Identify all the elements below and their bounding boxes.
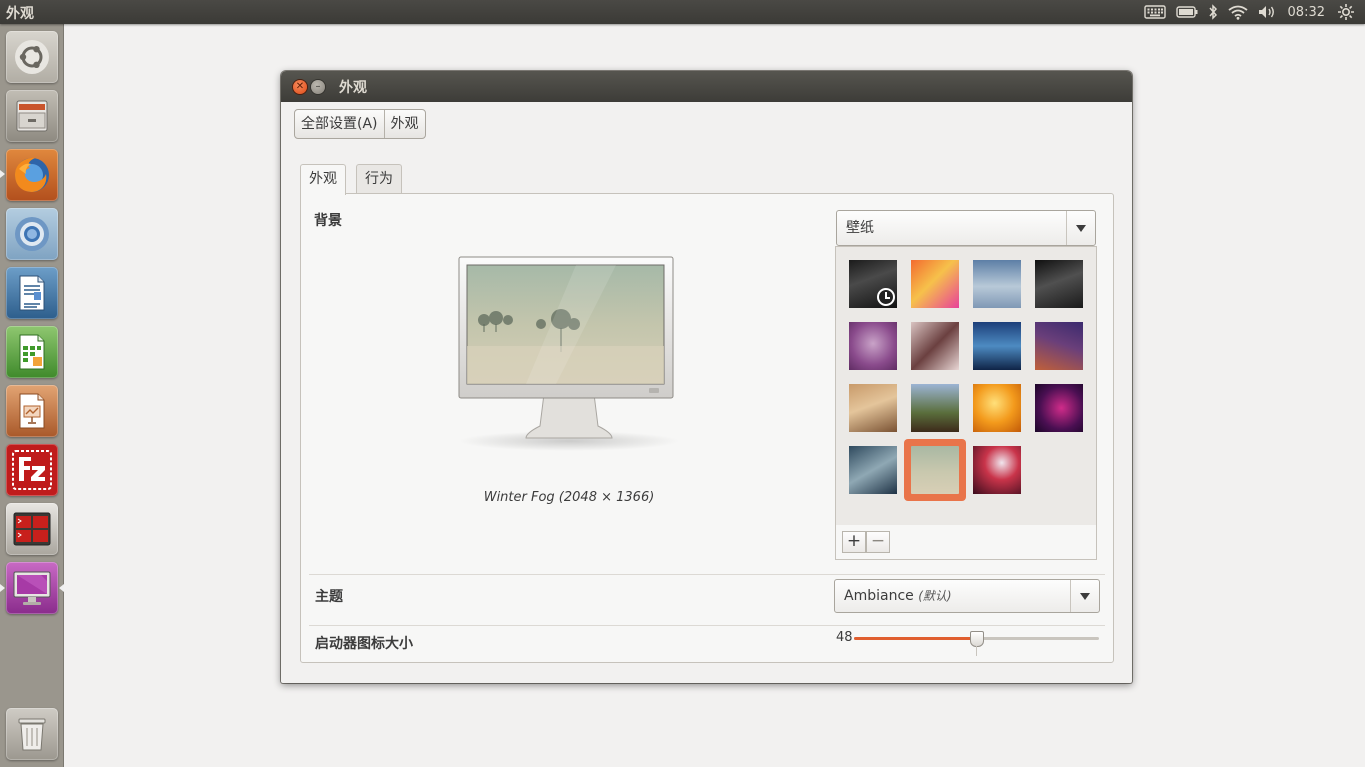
wallpaper-grid[interactable] [835,246,1097,527]
theme-combo[interactable]: Ambiance (默认) [834,579,1100,613]
launcher-item-firefox[interactable] [6,149,58,201]
wallpaper-thumbnail[interactable] [1035,322,1083,370]
active-indicator [59,584,64,592]
launcher-item-calc[interactable] [6,326,58,378]
file-cabinet-icon [16,100,48,132]
theme-label: 主题 [315,589,343,605]
firefox-icon [15,157,49,192]
wallpaper-caption: Winter Fog (2048 × 1366) [483,490,655,505]
display-settings-icon [13,571,51,605]
wallpaper-thumbnail[interactable] [973,322,1021,370]
remove-wallpaper-button[interactable]: − [866,531,890,553]
slider-fill [854,637,977,640]
breadcrumb-appearance[interactable]: 外观 [383,110,425,138]
separator [309,625,1105,626]
tab-appearance[interactable]: 外观 [300,164,346,195]
launcher-item-filezilla[interactable] [6,444,58,496]
clock-icon [877,288,895,306]
wallpaper-thumbnail[interactable] [973,384,1021,432]
add-wallpaper-button[interactable]: + [842,531,866,553]
trash-icon [18,718,46,751]
chevron-down-icon [1070,580,1099,612]
tab-behavior[interactable]: 行为 [356,164,402,194]
clock[interactable]: 08:32 [1288,5,1325,20]
launcher-item-dash-home[interactable] [6,31,58,83]
wallpaper-thumbnail[interactable] [849,446,897,494]
breadcrumb-all-settings[interactable]: 全部设置(A) [295,110,384,138]
top-panel: 外观 08:32 [0,0,1365,24]
launcher-item-appearance-settings[interactable] [6,562,58,614]
chromium-icon [15,217,49,251]
window-title: 外观 [339,80,367,96]
wallpaper-thumbnail[interactable] [973,260,1021,308]
wallpaper-thumbnail[interactable] [911,260,959,308]
launcher-item-files[interactable] [6,90,58,142]
slider-tick [976,646,977,656]
calc-spreadsheet-icon [19,334,45,370]
launcher-item-trash[interactable] [6,708,58,760]
background-label: 背景 [314,213,342,229]
wallpaper-thumbnail[interactable] [973,446,1021,494]
breadcrumb: 全部设置(A) 外观 [294,109,426,139]
launcher-item-terminal[interactable] [6,503,58,555]
ubuntu-logo-icon [15,40,49,74]
wallpaper-source-value: 壁纸 [846,220,874,236]
appearance-window: ✕ – 外观 全部设置(A) 外观 外观 行为 背景 Winter Fog (2… [281,71,1132,683]
impress-presentation-icon [19,393,45,429]
wallpaper-thumbnail[interactable] [911,384,959,432]
bluetooth-icon[interactable] [1208,0,1218,24]
terminal-icon [13,512,51,546]
launcher-size-slider[interactable] [854,631,1099,647]
wallpaper-source-combo[interactable]: 壁纸 [836,210,1096,246]
running-indicator [0,170,5,178]
theme-value: Ambiance [844,588,914,604]
wallpaper-thumbnail[interactable] [911,322,959,370]
wallpaper-toolbar: + − [835,525,1097,560]
theme-value-wrap: Ambiance (默认) [844,580,952,612]
minimize-icon: – [315,81,321,92]
wifi-icon[interactable] [1227,0,1248,24]
running-indicator [0,584,5,592]
close-icon: ✕ [295,81,305,92]
wallpaper-thumbnail[interactable] [849,322,897,370]
wallpaper-thumbnail[interactable] [1035,384,1083,432]
separator [309,574,1105,575]
launcher-item-chromium[interactable] [6,208,58,260]
monitor-icon [458,256,679,451]
close-button[interactable]: ✕ [293,80,307,94]
volume-icon[interactable] [1258,0,1278,24]
slider-handle[interactable] [969,631,984,647]
appearance-panel: 背景 Winter Fog (2048 × 1366) 壁纸 + − 主题 Am… [300,193,1114,663]
theme-default-note: (默认) [918,589,952,603]
battery-icon[interactable] [1175,0,1198,24]
launcher-size-label: 启动器图标大小 [315,636,413,652]
chevron-down-icon [1066,211,1095,245]
launcher [0,24,64,767]
window-titlebar[interactable]: ✕ – 外观 [281,71,1132,102]
wallpaper-preview [456,256,696,456]
wallpaper-thumbnail[interactable] [849,260,897,308]
filezilla-icon [12,450,52,490]
wallpaper-thumbnail[interactable] [1035,260,1083,308]
launcher-size-value: 48 [836,630,853,645]
gear-icon[interactable] [1337,0,1355,24]
writer-document-icon [19,275,45,311]
wallpaper-thumbnail[interactable] [849,384,897,432]
indicator-area: 08:32 [1143,0,1365,24]
launcher-item-writer[interactable] [6,267,58,319]
keyboard-icon[interactable] [1143,0,1166,24]
wallpaper-thumbnail[interactable] [911,446,959,494]
launcher-item-impress[interactable] [6,385,58,437]
minimize-button[interactable]: – [311,80,325,94]
app-title: 外观 [6,6,34,22]
